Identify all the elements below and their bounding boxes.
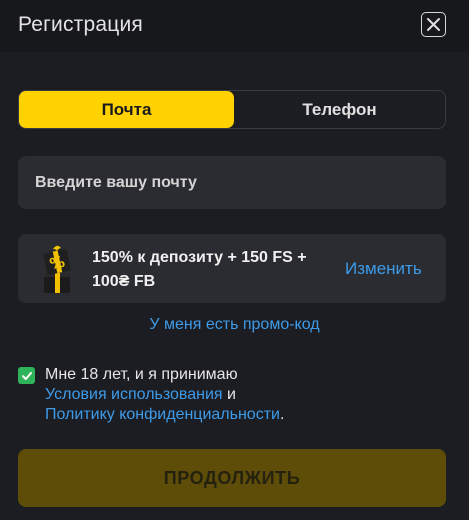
modal-title: Регистрация — [18, 13, 143, 36]
bonus-card: % 150% к депозиту + 150 FS + 100₴ FB Изм… — [18, 234, 446, 303]
terms-of-use-link[interactable]: Условия использования — [45, 386, 223, 403]
agreement-conjunction: и — [227, 386, 236, 403]
promo-code-link[interactable]: У меня есть промо-код — [0, 316, 469, 334]
checkmark-icon — [21, 371, 32, 380]
modal-header: Регистрация — [0, 0, 469, 52]
email-input[interactable] — [35, 173, 446, 192]
gift-box-icon: % — [43, 245, 71, 293]
close-button[interactable] — [421, 12, 446, 37]
tab-phone[interactable]: Телефон — [234, 91, 445, 128]
registration-method-tabs: Почта Телефон — [18, 90, 446, 129]
email-field-wrapper — [18, 156, 446, 209]
close-icon — [427, 18, 440, 31]
agreement-prefix: Мне 18 лет, и я принимаю — [45, 366, 238, 383]
bonus-description: 150% к депозиту + 150 FS + 100₴ FB — [92, 249, 307, 290]
agreement-period: . — [279, 406, 285, 423]
age-terms-checkbox[interactable] — [18, 367, 35, 384]
privacy-policy-link[interactable]: Политику конфиденциальности — [45, 406, 280, 423]
change-bonus-link[interactable]: Изменить — [345, 259, 422, 279]
tab-email[interactable]: Почта — [19, 91, 234, 128]
agreement-text: Мне 18 лет, и я принимаю Условия использ… — [45, 365, 284, 425]
continue-button[interactable]: ПРОДОЛЖИТЬ — [18, 449, 446, 507]
